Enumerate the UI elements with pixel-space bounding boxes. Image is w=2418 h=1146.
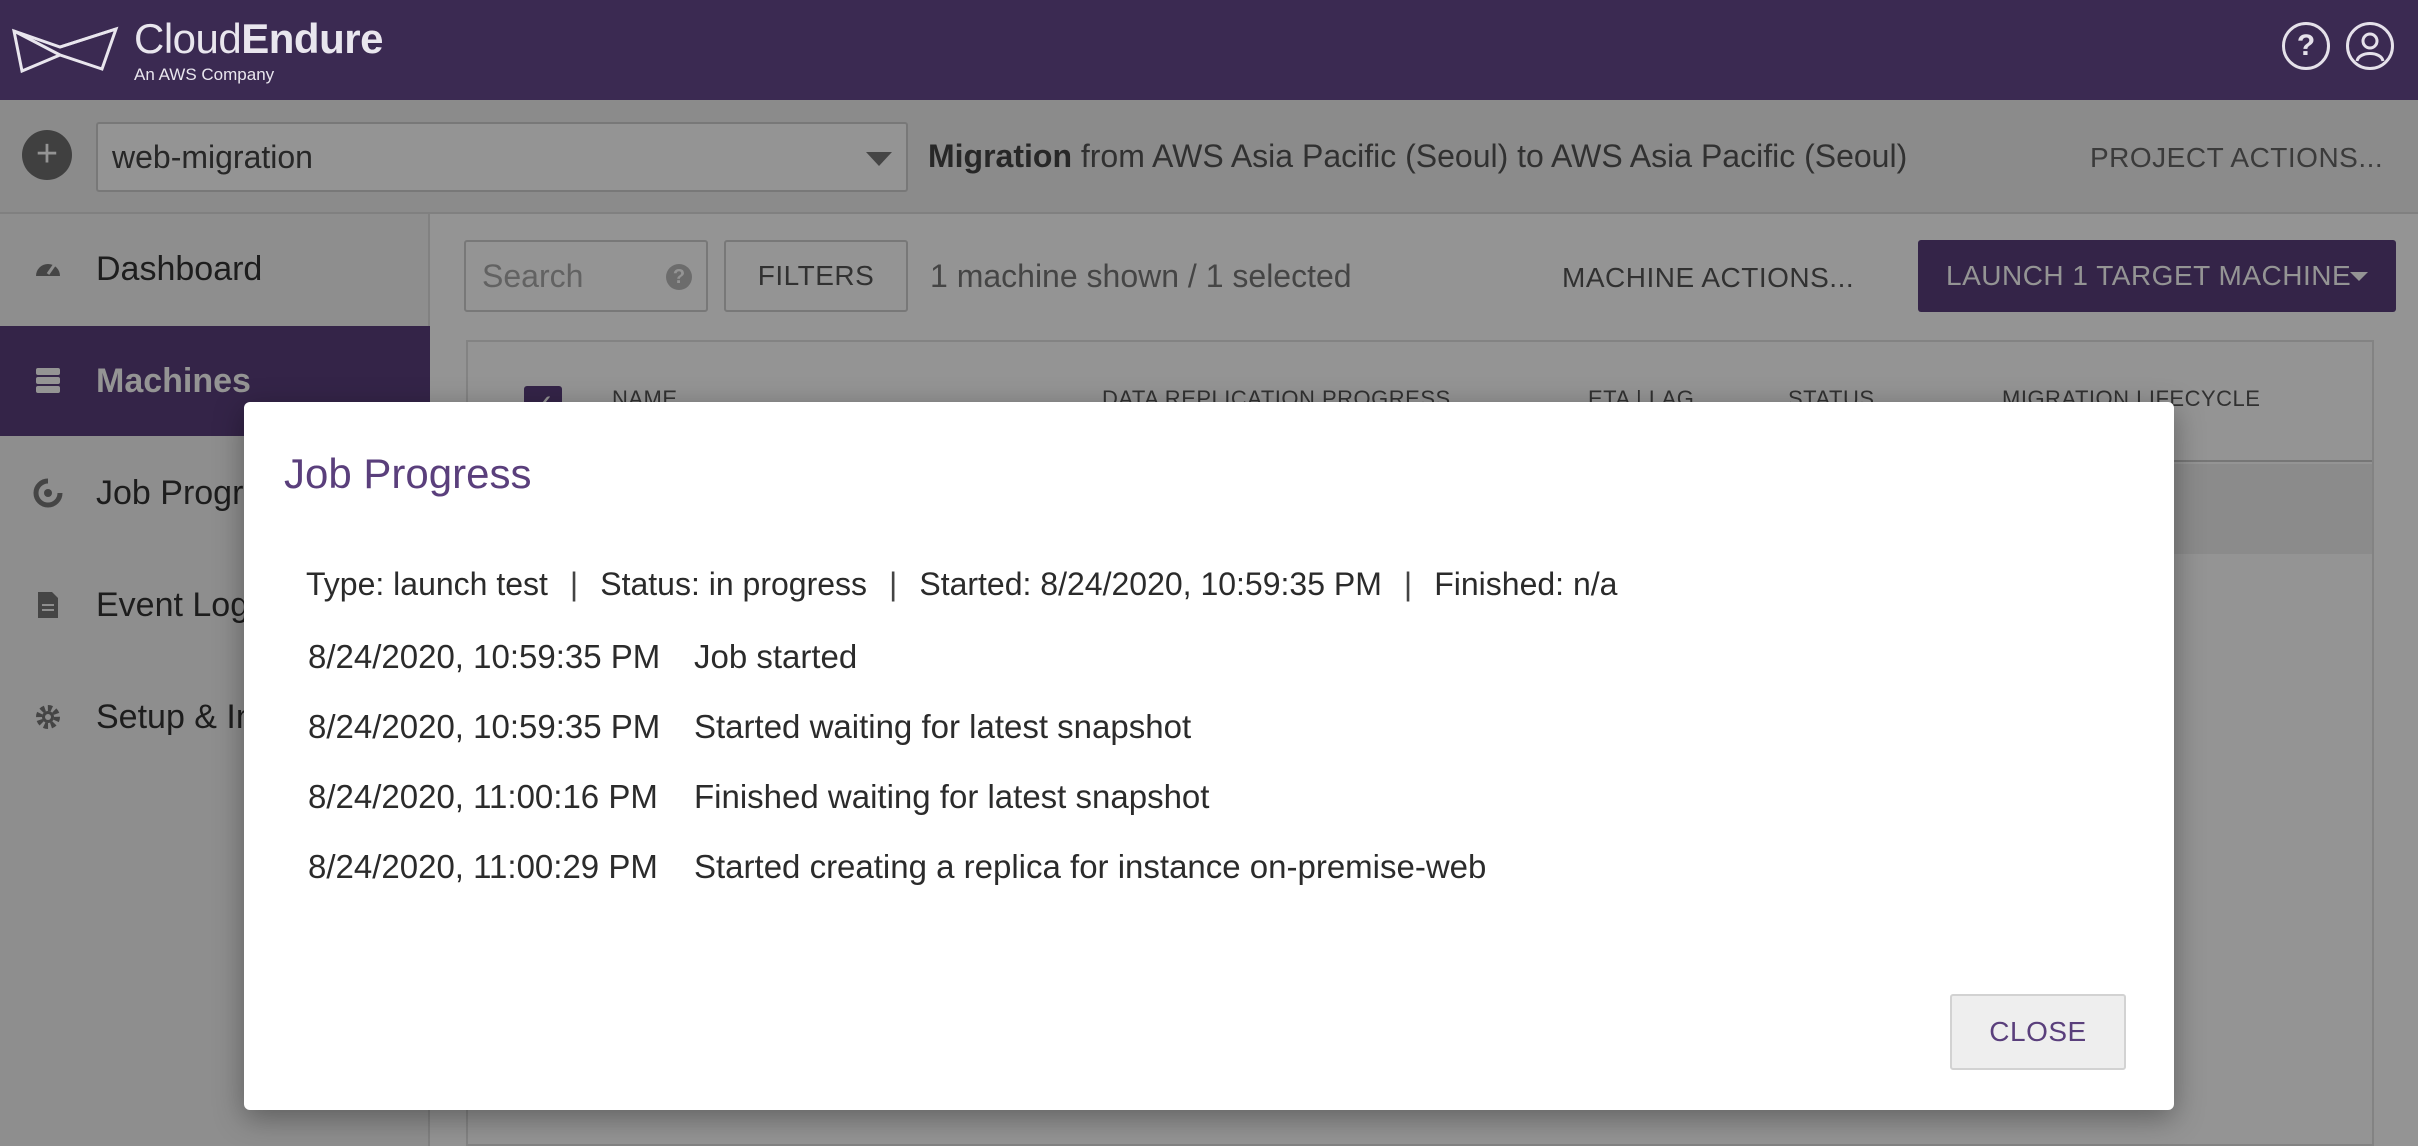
separator: | xyxy=(889,566,898,602)
job-started: Started: 8/24/2020, 10:59:35 PM xyxy=(919,566,1382,602)
log-message: Job started xyxy=(694,638,858,675)
brand-subtitle: An AWS Company xyxy=(134,64,275,84)
job-log-list: 8/24/2020, 10:59:35 PM Job started 8/24/… xyxy=(308,638,1486,918)
log-message: Started creating a replica for instance … xyxy=(694,848,1487,885)
log-entry: 8/24/2020, 10:59:35 PM Job started xyxy=(308,638,1486,708)
user-icon[interactable] xyxy=(2346,22,2394,70)
separator: | xyxy=(1403,566,1413,602)
log-time: 8/24/2020, 10:59:35 PM xyxy=(308,708,661,745)
job-type: Type: launch test xyxy=(306,566,548,602)
top-header: CloudEndure An AWS Company ? xyxy=(0,0,2418,100)
job-finished: Finished: n/a xyxy=(1434,566,1618,602)
job-progress-dialog: Job Progress Type: launch test | Status: i… xyxy=(244,402,2174,1110)
log-entry: 8/24/2020, 11:00:29 PM Started creating … xyxy=(308,848,1486,918)
log-time: 8/24/2020, 11:00:29 PM xyxy=(308,848,658,885)
logo-mark-icon xyxy=(12,26,119,74)
log-entry: 8/24/2020, 11:00:16 PM Finished waiting … xyxy=(308,778,1486,848)
app-root: CloudEndure An AWS Company ? + web-migra… xyxy=(0,0,2418,1146)
log-time: 8/24/2020, 10:59:35 PM xyxy=(308,638,661,675)
separator: | xyxy=(569,566,579,602)
cloudendure-logo[interactable]: CloudEndure An AWS Company xyxy=(10,10,383,90)
user-silhouette-icon xyxy=(2355,32,2385,62)
log-message: Started waiting for latest snapshot xyxy=(694,708,1192,745)
brand-name: CloudEndure xyxy=(134,14,383,62)
job-status: Status: in progress xyxy=(600,566,868,602)
log-message: Finished waiting for latest snapshot xyxy=(694,778,1210,815)
log-time: 8/24/2020, 11:00:16 PM xyxy=(308,778,658,815)
close-button[interactable]: CLOSE xyxy=(1950,994,2126,1070)
dialog-title: Job Progress xyxy=(284,450,532,497)
job-summary: Type: launch test | Status: in progress | St… xyxy=(306,566,1617,603)
help-icon[interactable]: ? xyxy=(2282,22,2330,70)
log-entry: 8/24/2020, 10:59:35 PM Started waiting f… xyxy=(308,708,1486,778)
